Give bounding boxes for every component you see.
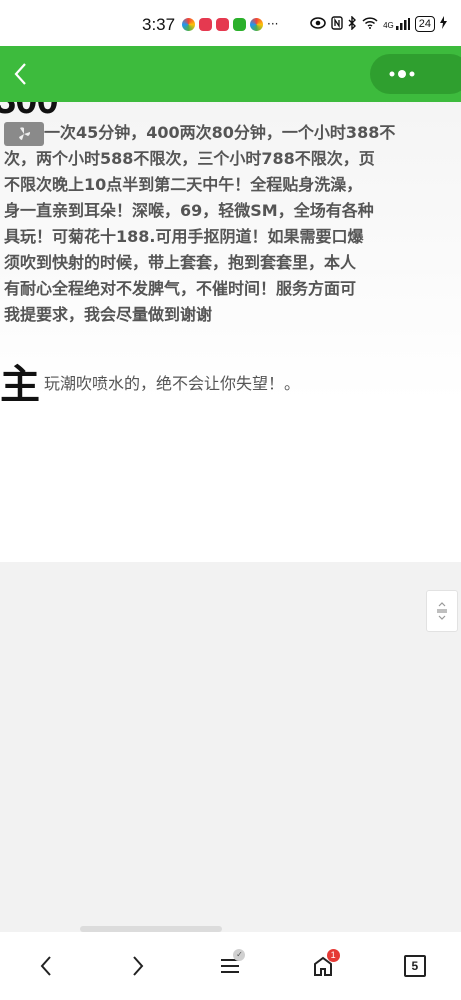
header-bar: [0, 46, 461, 102]
price-text: 300: [0, 102, 59, 123]
nav-home-button[interactable]: 1: [300, 943, 346, 989]
nav-forward-button[interactable]: [115, 943, 161, 989]
back-button[interactable]: [6, 56, 34, 92]
wechat-icon: [233, 17, 246, 31]
scroll-handle[interactable]: [426, 590, 458, 632]
drag-handle-icon: [437, 602, 447, 620]
overlay-character: 主: [0, 362, 40, 408]
text-line: 我提要求，我会尽量做到谢谢: [4, 305, 213, 324]
signal-icon: 4G: [383, 18, 410, 30]
status-time: 3:37: [142, 15, 176, 34]
battery-icon: 24: [414, 16, 435, 32]
eye-icon: [310, 16, 326, 32]
nav-menu-button[interactable]: ✓: [207, 943, 253, 989]
app-icon-red: [199, 17, 212, 31]
wifi-icon: [362, 16, 378, 32]
more-menu-button[interactable]: [370, 54, 461, 94]
status-bar: 3:37 ··· 4G 24: [0, 0, 461, 46]
text-line: 身一直亲到耳朵！深喉，69，轻微SM，全场有各种: [4, 201, 374, 220]
more-notifications: ···: [267, 17, 279, 31]
text-line: 次，两个小时588不限次，三个小时788不限次，页: [4, 149, 375, 168]
text-line: 具玩！可菊花十188.可用手抠阴道！如果需要口爆: [4, 227, 364, 246]
system-icons: 4G 24: [310, 14, 447, 34]
more-dots-icon: [389, 70, 415, 78]
chevron-left-icon: [14, 63, 26, 85]
notification-icons: ···: [182, 14, 278, 34]
check-badge-icon: ✓: [233, 949, 246, 961]
bottom-nav: ✓ 1 5: [0, 932, 461, 1000]
article-text: 一次45分钟，400两次80分钟，一个小时388不 次，两个小时588不限次，三…: [4, 120, 461, 328]
notification-badge: 1: [326, 949, 340, 962]
text-line-last: 玩潮吹喷水的，绝不会让你失望！。: [44, 374, 301, 393]
text-line: 有耐心全程绝对不发脾气，不催时间！服务方面可: [4, 279, 357, 298]
blank-area: [0, 562, 461, 932]
charging-icon: [440, 16, 447, 32]
bluetooth-icon: [348, 14, 357, 33]
image-placeholder-icon: [4, 122, 44, 146]
nav-tabs-button[interactable]: 5: [392, 943, 438, 989]
chevron-left-icon: [40, 956, 51, 976]
app-icon-colorful: [182, 17, 195, 31]
nfc-icon: [331, 15, 343, 33]
chevron-right-icon: [133, 956, 144, 976]
article-content: 一次45分钟，400两次80分钟，一个小时388不 次，两个小时588不限次，三…: [0, 102, 461, 562]
nav-back-button[interactable]: [23, 943, 69, 989]
signal-type: 4G: [383, 21, 394, 30]
text-line: 一次45分钟，400两次80分钟，一个小时388不: [44, 123, 396, 142]
text-line: 须吹到快射的时候，带上套套，抱到套套里，本人: [4, 253, 357, 272]
app-icon-colorful-2: [250, 17, 263, 31]
app-icon-red-2: [216, 17, 229, 31]
tab-count: 5: [403, 955, 426, 977]
text-line: 不限次晚上10点半到第二天中午！全程贴身洗澡，: [4, 175, 363, 194]
